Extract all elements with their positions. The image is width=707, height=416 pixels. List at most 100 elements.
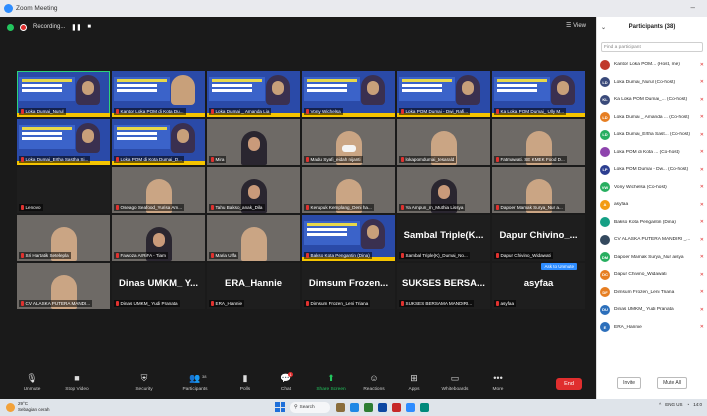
windows-start-icon[interactable]: [275, 402, 285, 412]
muted-mic-icon: ✕: [699, 324, 704, 331]
video-tile[interactable]: Dapur Chivino_... Dapur Chivino_Widawati: [492, 215, 585, 261]
participant-list-item[interactable]: DF Dimsum Frozen_Leni Triana ✕: [600, 284, 704, 302]
weather-widget[interactable]: 29°C Sebagian cerah: [18, 401, 50, 413]
video-tile[interactable]: CV ALASKA PUTERA MANDI...: [17, 263, 110, 309]
zoom-taskbar-icon[interactable]: [406, 403, 415, 412]
stop-recording-button[interactable]: ■: [87, 24, 91, 30]
video-tile[interactable]: Mira: [207, 119, 300, 165]
video-tile[interactable]: Sambal Triple(K... Sambal Triple(K)_Dumai…: [397, 215, 490, 261]
clock[interactable]: 14:0: [693, 402, 702, 407]
video-tile[interactable]: ERA_Hannie ERA_Hannie: [207, 263, 300, 309]
video-tile[interactable]: Ya Ampun_m_Muthia Lissya: [397, 167, 490, 213]
chat-button[interactable]: 💬 1 Chat: [266, 372, 306, 392]
avatar: A: [600, 199, 610, 210]
video-tile[interactable]: Loka Dumai_Nurul: [17, 71, 110, 117]
participant-name-text: Loka Dumai _ Amanda Lia: [215, 109, 270, 114]
muted-mic-icon: ✕: [699, 114, 704, 121]
video-tile[interactable]: asyfaa Ask to Unmute asyfaa: [492, 263, 585, 309]
participant-list-item[interactable]: LD Loka Dumai_Ertha Sast... (Co-host) ✕: [600, 126, 704, 144]
pause-recording-button[interactable]: ❚❚: [71, 24, 81, 31]
avatar: LD: [600, 77, 610, 88]
video-tile[interactable]: Tahu Bakso_anak_Dila: [207, 167, 300, 213]
share-screen-button[interactable]: ⬆ Share Screen: [311, 372, 351, 392]
participant-name: Dinas UMKM_ Yudi Pranata: [614, 307, 674, 313]
security-shield-icon[interactable]: [7, 23, 14, 31]
view-button[interactable]: ☰ View: [566, 22, 586, 29]
video-tile[interactable]: Maria Ulfa: [207, 215, 300, 261]
video-tile[interactable]: Vony Wichelsa: [302, 71, 395, 117]
participant-list-item[interactable]: KL Ka Loka POM Dumai_... (Co-host) ✕: [600, 91, 704, 109]
unmute-button[interactable]: 🎙 Unmute: [12, 372, 52, 392]
file-explorer-icon[interactable]: [336, 403, 345, 412]
video-tile[interactable]: Loka Dumai _ Amanda Lia: [207, 71, 300, 117]
video-tile[interactable]: SUKSES BERSA... SUKSES BERSAMA MANDIRI...: [397, 263, 490, 309]
app-icon[interactable]: [392, 403, 401, 412]
security-button[interactable]: ⛨ Security: [124, 372, 164, 392]
participant-list-item[interactable]: DU Dinas UMKM_ Yudi Pranata ✕: [600, 301, 704, 319]
gallery-grid: Loka Dumai_Nurul Kantor Loka POM di Kota …: [17, 71, 585, 359]
ask-to-unmute-button[interactable]: Ask to Unmute: [541, 263, 577, 270]
chevron-up-icon[interactable]: ^: [659, 402, 661, 407]
video-tile[interactable]: Dimsum Frozen... Dimsum Frozen_Leni Trian…: [302, 263, 395, 309]
video-tile[interactable]: Oseago Seafood_Yurisa Am...: [112, 167, 205, 213]
windows-taskbar: 29°C Sebagian cerah ⚲ Search ^ ENG US ◔ 1…: [0, 399, 707, 416]
participant-list-item[interactable]: LD Loka Dumai _ Amanda ... (Co-host) ✕: [600, 109, 704, 127]
more-button[interactable]: ••• More: [478, 372, 518, 392]
participant-list-item[interactable]: DC Dapur Chivino_Widawati ✕: [600, 266, 704, 284]
collapse-panel-icon[interactable]: ⌄: [601, 24, 606, 31]
polls-button[interactable]: ▮ Polls: [225, 372, 265, 392]
video-tile[interactable]: Madu Syafi_eidah nijanti: [302, 119, 395, 165]
video-tile[interactable]: Kerupuk Kemplang_Deni ha...: [302, 167, 395, 213]
video-tile[interactable]: Loka POM Dumai - Dwi_Rafi...: [397, 71, 490, 117]
avatar: DF: [600, 287, 610, 298]
edge-browser-icon[interactable]: [350, 403, 359, 412]
end-meeting-button[interactable]: End: [556, 378, 582, 390]
video-tile[interactable]: Fawoza ArRiFA - Tiam: [112, 215, 205, 261]
video-tile[interactable]: Loka Dumai_Ertha Sastha Si...: [17, 119, 110, 165]
bar-chart-icon: ▮: [242, 373, 248, 383]
video-tile[interactable]: lokapomdumai_tesarald: [397, 119, 490, 165]
minimize-button[interactable]: –: [691, 3, 695, 12]
participant-list-item[interactable]: Aasyfaa ✕: [600, 196, 704, 214]
participant-list-item[interactable]: E ERA_Hannie ✕: [600, 319, 704, 337]
video-tile[interactable]: Sri Hartatik Setelepla: [17, 215, 110, 261]
participant-list-item[interactable]: CV ALASKA PUTERA MANDIRI _... ✕: [600, 231, 704, 249]
stop-video-button[interactable]: ■ Stop Video: [57, 372, 97, 392]
mute-all-button[interactable]: Mute All: [657, 377, 687, 389]
participant-search-input[interactable]: Find a participant: [601, 42, 703, 52]
video-tile[interactable]: Dapoer Mamak Surya_Nur a...: [492, 167, 585, 213]
video-tile[interactable]: Ka Loka POM Dumai_ Ully M...: [492, 71, 585, 117]
reactions-button[interactable]: ☺ Reactions: [354, 372, 394, 392]
lang-indicator[interactable]: ENG US: [665, 402, 682, 407]
participant-list-item[interactable]: LP Loka POM Dumai - Dw... (Co-host) ✕: [600, 161, 704, 179]
apps-button[interactable]: ⊞ Apps: [394, 372, 434, 392]
video-tile[interactable]: Loka POM di Kota Dumai_D...: [112, 119, 205, 165]
participant-list-item[interactable]: Bakso Kota Pengantin (Dina) ✕: [600, 214, 704, 232]
chrome-browser-icon[interactable]: [364, 403, 373, 412]
apps-grid-icon: ⊞: [410, 373, 418, 383]
participant-list-item[interactable]: DM Dapoer Mamak Surya_Nur aisya ✕: [600, 249, 704, 267]
video-tile[interactable]: Fatmawati. SE KMEK Food D...: [492, 119, 585, 165]
participant-name-label: Mira: [209, 156, 227, 163]
whatsapp-icon[interactable]: [420, 403, 429, 412]
invite-button[interactable]: Invite: [617, 377, 642, 389]
participant-name-label: Lenovo: [19, 204, 43, 211]
video-tile[interactable]: Bakso Kota Pengantin (Dina): [302, 215, 395, 261]
participant-name-text: Kerupuk Kemplang_Deni ha...: [310, 205, 372, 210]
participant-list-item[interactable]: Loka POM di Kota ... (Co-host) ✕: [600, 144, 704, 162]
wifi-icon[interactable]: ◔: [687, 402, 690, 407]
participant-list-item[interactable]: Kantor Loka POM... (Host, me) ✕: [600, 56, 704, 74]
video-tile[interactable]: Lenovo: [17, 167, 110, 213]
taskbar-search[interactable]: ⚲ Search: [290, 402, 330, 413]
whiteboards-button[interactable]: ▭ Whiteboards: [435, 372, 475, 392]
muted-mic-icon: [116, 301, 119, 306]
word-icon[interactable]: [378, 403, 387, 412]
participant-list-item[interactable]: VW Vony Wichelsa (Co-host) ✕: [600, 179, 704, 197]
participant-video-face: [240, 227, 267, 261]
participant-list-item[interactable]: LD Loka Dumai_Nurul (Co-host) ✕: [600, 74, 704, 92]
window-titlebar: Zoom Meeting –: [0, 0, 707, 17]
video-tile[interactable]: Kantor Loka POM di Kota Du...: [112, 71, 205, 117]
participant-name-text: Loka Dumai_Nurul: [25, 109, 64, 114]
video-tile[interactable]: Dinas UMKM_ Y... Dinas UMKM_ Yudi Pranata: [112, 263, 205, 309]
participants-button[interactable]: 👥 38 Participants: [175, 372, 215, 392]
